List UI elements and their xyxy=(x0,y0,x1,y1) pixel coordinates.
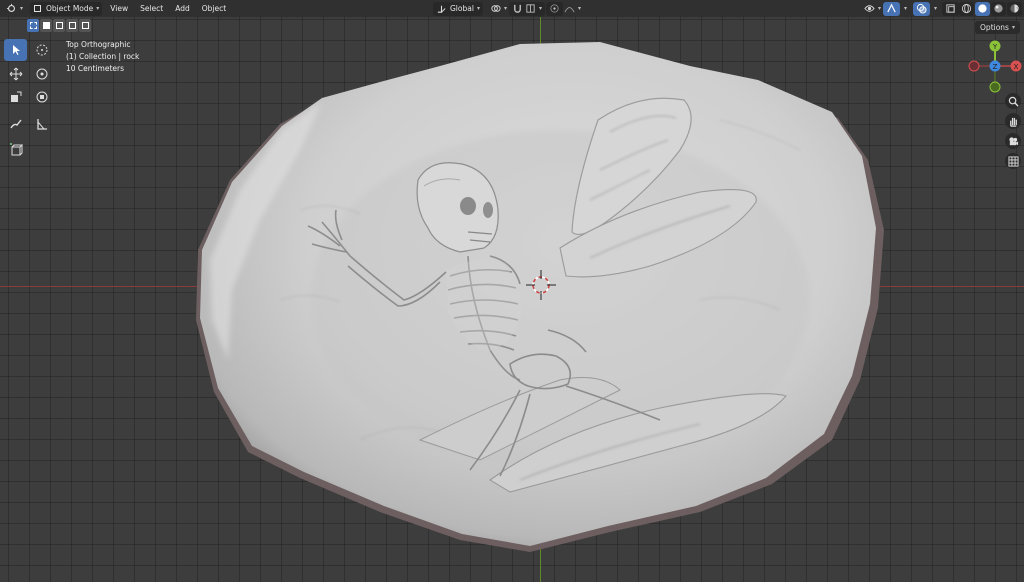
visibility-icon xyxy=(864,5,875,12)
orientation-label: Global xyxy=(450,4,474,13)
falloff-curve-icon xyxy=(564,7,575,13)
pivot-icon xyxy=(491,5,501,12)
proportional-edit-icon xyxy=(550,4,559,13)
chevron-down-icon: ▾ xyxy=(934,5,938,12)
chevron-down-icon: ▾ xyxy=(1016,5,1020,12)
annotate-icon xyxy=(9,119,22,129)
zoom-icon xyxy=(1008,96,1019,107)
gizmo-neg-y-axis[interactable] xyxy=(989,81,1001,93)
gizmo-dropdown[interactable]: ▾ xyxy=(898,2,910,16)
select-box-tool[interactable] xyxy=(4,39,27,61)
cursor-tool[interactable] xyxy=(30,39,53,61)
zoom-button[interactable] xyxy=(1005,93,1021,109)
chevron-down-icon: ▾ xyxy=(578,5,582,12)
pivot-point-dropdown[interactable]: ▾ xyxy=(487,2,510,16)
menu-view[interactable]: View xyxy=(104,4,134,13)
chevron-down-icon: ▾ xyxy=(476,5,480,12)
chevron-down-icon: ▾ xyxy=(539,5,543,12)
annotate-tool[interactable] xyxy=(4,113,27,135)
menu-select[interactable]: Select xyxy=(134,4,169,13)
move-tool[interactable] xyxy=(4,63,27,85)
select-intersect-icon xyxy=(81,22,89,29)
xray-icon xyxy=(946,4,955,13)
gizmo-z-label: Z xyxy=(993,63,998,71)
select-intersect-button[interactable] xyxy=(79,19,91,32)
select-new-icon xyxy=(29,22,37,29)
orientation-icon xyxy=(437,5,446,13)
chevron-down-icon: ▾ xyxy=(904,5,908,12)
menu-object[interactable]: Object xyxy=(196,4,232,13)
transform-icon xyxy=(36,91,47,103)
snap-grid-icon xyxy=(526,4,535,13)
pan-button[interactable] xyxy=(1005,113,1021,129)
select-subtract-button[interactable] xyxy=(53,19,65,32)
scale-tool[interactable] xyxy=(4,86,27,108)
rotate-icon xyxy=(36,68,47,80)
rock-model[interactable] xyxy=(0,17,1024,582)
chevron-down-icon: ▾ xyxy=(20,5,24,12)
camera-icon xyxy=(1008,136,1018,145)
toggle-ortho-button[interactable] xyxy=(1005,153,1021,169)
mode-dropdown[interactable]: Object Mode ▾ xyxy=(30,1,103,16)
select-new-button[interactable] xyxy=(27,19,39,32)
material-shading-button[interactable] xyxy=(991,1,1006,16)
options-dropdown[interactable]: Options ▾ xyxy=(975,21,1020,34)
add-cube-tool[interactable] xyxy=(4,139,27,161)
grid-icon xyxy=(1007,155,1019,167)
measure-tool[interactable] xyxy=(30,113,53,135)
chevron-down-icon: ▾ xyxy=(1011,24,1015,31)
gizmo-icon xyxy=(887,3,896,13)
solid-shading-button[interactable] xyxy=(975,1,990,16)
collection-info: (1) Collection | rock xyxy=(66,52,140,61)
menu-add[interactable]: Add xyxy=(169,4,196,13)
3d-viewport[interactable]: Top Orthographic (1) Collection | rock 1… xyxy=(0,17,1024,582)
select-extend-icon xyxy=(42,22,50,29)
gizmo-x-label: X xyxy=(1014,63,1019,71)
select-extend-button[interactable] xyxy=(40,19,52,32)
rotate-tool[interactable] xyxy=(30,63,53,85)
xray-toggle[interactable] xyxy=(942,1,959,16)
options-label: Options xyxy=(980,23,1009,32)
snap-toggle[interactable]: ▾ xyxy=(509,1,546,16)
object-mode-icon xyxy=(34,5,42,12)
cursor-icon xyxy=(36,44,47,56)
viewport-info: Top Orthographic (1) Collection | rock 1… xyxy=(66,39,139,75)
camera-view-button[interactable] xyxy=(1005,133,1021,149)
mode-label: Object Mode xyxy=(46,4,94,13)
view-name: Top Orthographic xyxy=(66,40,131,49)
gizmo-neg-x-axis[interactable] xyxy=(968,60,980,72)
transform-orientation-dropdown[interactable]: Global ▾ xyxy=(433,1,483,16)
shading-dropdown[interactable]: ▾ xyxy=(1010,2,1022,16)
solid-sphere-icon xyxy=(978,4,987,13)
wireframe-sphere-icon xyxy=(961,3,972,14)
select-subtract-icon xyxy=(55,22,63,29)
transform-tool[interactable] xyxy=(30,86,53,108)
overlays-icon xyxy=(916,3,927,14)
viewport-header: ▾ Object Mode ▾ View Select Add Object G… xyxy=(0,0,1024,17)
magnet-icon xyxy=(514,4,521,13)
chevron-down-icon: ▾ xyxy=(878,5,882,12)
material-sphere-icon xyxy=(994,4,1003,13)
editor-type-button[interactable]: ▾ xyxy=(3,2,26,16)
select-invert-icon xyxy=(68,22,76,29)
add-cube-icon xyxy=(9,143,23,156)
overlays-dropdown[interactable]: ▾ xyxy=(928,2,940,16)
selection-mode-bar xyxy=(27,19,91,33)
select-invert-button[interactable] xyxy=(66,19,78,32)
wireframe-shading-button[interactable] xyxy=(959,1,974,16)
chevron-down-icon: ▾ xyxy=(96,5,100,12)
measure-icon xyxy=(36,119,47,130)
falloff-dropdown[interactable]: ▾ xyxy=(561,2,584,16)
gizmo-y-label: Y xyxy=(992,43,998,51)
select-box-icon xyxy=(12,45,20,55)
scale-info: 10 Centimeters xyxy=(66,64,125,73)
scale-icon xyxy=(10,91,21,102)
move-icon xyxy=(9,67,22,81)
chevron-down-icon: ▾ xyxy=(504,5,508,12)
pan-hand-icon xyxy=(1009,117,1017,127)
3d-viewport-icon xyxy=(6,3,15,12)
visibility-dropdown[interactable]: ▾ xyxy=(861,2,884,16)
